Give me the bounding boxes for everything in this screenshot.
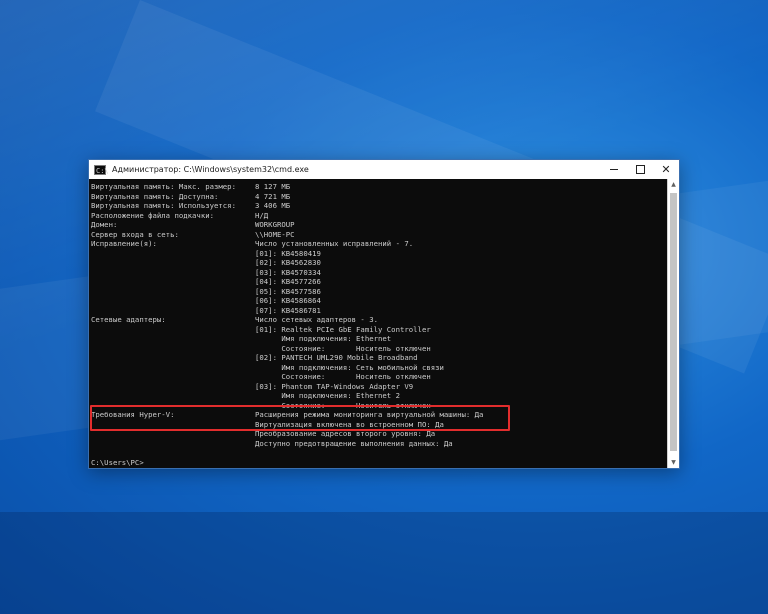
console-line: [03]: Phantom TAP-Windows Adapter V9 <box>91 382 666 392</box>
console-line-value: [03]: Phantom TAP-Windows Adapter V9 <box>255 381 414 391</box>
console-line-value: Имя подключения: Ethernet 2 <box>255 391 400 400</box>
window-titlebar[interactable]: C:\ Администратор: C:\Windows\system32\c… <box>89 160 679 179</box>
console-line-value: Имя подключения: Ethernet <box>255 334 392 343</box>
console-line: [02]: PANTECH UML290 Mobile Broadband <box>91 353 666 363</box>
console-line-value: Доступно предотвращение выполнения данны… <box>255 438 453 448</box>
console-line-label: Домен: <box>91 220 118 229</box>
minimize-button[interactable] <box>601 160 627 179</box>
console-line-value: \\HOME-PC <box>255 229 295 239</box>
scroll-up-icon[interactable]: ▲ <box>668 179 679 190</box>
console-line: C:\Users\PC> <box>91 458 666 468</box>
window-title: Администратор: C:\Windows\system32\cmd.e… <box>112 165 309 174</box>
console-line-value: Состояние: Носитель отключен <box>255 372 431 381</box>
console-line-label: Расположение файла подкачки: <box>91 210 215 220</box>
close-button[interactable]: ✕ <box>653 160 679 179</box>
hyper-v-highlight-box <box>90 405 510 431</box>
console-line-value: 4 721 МБ <box>255 191 291 201</box>
console-line-value: Имя подключения: Сеть мобильной связи <box>255 362 444 372</box>
console-line-value: [03]: KB4570334 <box>255 267 321 277</box>
console-line-value: 8 127 МБ <box>255 182 291 191</box>
console-line: Виртуальная память: Макс. размер: 8 127 М… <box>91 182 666 192</box>
console-line: Сервер входа в сеть: \\HOME-PC <box>91 230 666 240</box>
console-line: [01]: Realtek PCIe GbE Family Controller <box>91 325 666 335</box>
console-line: Сетевые адаптеры: Число сетевых адаптеров… <box>91 315 666 325</box>
console-line-label: Сетевые адаптеры: <box>91 315 166 324</box>
console-line: [02]: KB4562830 <box>91 258 666 268</box>
vertical-scrollbar[interactable]: ▲ ▼ <box>667 179 679 468</box>
minimize-icon <box>610 169 618 170</box>
console-line-value: [06]: KB4586864 <box>255 296 321 305</box>
desktop-lower-band <box>0 512 768 614</box>
scrollbar-thumb[interactable] <box>670 193 677 451</box>
console-line: Домен: WORKGROUP <box>91 220 666 230</box>
console-line-value: Число сетевых адаптеров - 3. <box>255 315 379 324</box>
console-line-label: Исправление(я): <box>91 239 157 248</box>
console-line-value: WORKGROUP <box>255 220 295 229</box>
console-line: [07]: KB4586781 <box>91 306 666 316</box>
console-line-value: Число установленных исправлений - 7. <box>255 239 414 248</box>
window-controls: ✕ <box>601 160 679 179</box>
console-line-label: Сервер входа в сеть: <box>91 229 179 239</box>
console-line-value: Н/Д <box>255 210 269 220</box>
scroll-down-icon[interactable]: ▼ <box>668 457 679 468</box>
console-line: [03]: KB4570334 <box>91 268 666 278</box>
console-line: Состояние: Носитель отключен <box>91 344 666 354</box>
console-line-label: Виртуальная память: Макс. размер: <box>91 182 236 191</box>
console-line-value: [04]: KB4577266 <box>255 277 321 286</box>
console-line: Виртуальная память: Используется: 3 406 М… <box>91 201 666 211</box>
console-line: Имя подключения: Ethernet <box>91 334 666 344</box>
console-line: Доступно предотвращение выполнения данны… <box>91 439 666 449</box>
console-line-value: Состояние: Носитель отключен <box>255 343 431 353</box>
console-line: Имя подключения: Сеть мобильной связи <box>91 363 666 373</box>
console-line-value: [01]: Realtek PCIe GbE Family Controller <box>255 324 431 334</box>
console-line: Виртуальная память: Доступна: 4 721 МБ <box>91 192 666 202</box>
cmd-app-icon: C:\ <box>94 164 109 175</box>
console-line: Расположение файла подкачки: Н/Д <box>91 211 666 221</box>
console-line: [01]: KB4580419 <box>91 249 666 259</box>
console-line: Состояние: Носитель отключен <box>91 372 666 382</box>
console-line: [04]: KB4577266 <box>91 277 666 287</box>
console-line-value: [01]: KB4580419 <box>255 248 321 258</box>
console-line-value: [07]: KB4586781 <box>255 305 321 315</box>
maximize-button[interactable] <box>627 160 653 179</box>
maximize-icon <box>635 165 645 174</box>
console-line: Имя подключения: Ethernet 2 <box>91 391 666 401</box>
console-line-value: [02]: PANTECH UML290 Mobile Broadband <box>255 353 418 362</box>
console-line: [06]: KB4586864 <box>91 296 666 306</box>
console-line-value: [05]: KB4577586 <box>255 286 321 296</box>
console-line-value: [02]: KB4562830 <box>255 258 321 267</box>
console-line-value: 3 406 МБ <box>255 201 291 210</box>
console-line-label: Виртуальная память: Используется: <box>91 201 236 210</box>
console-line-label: Виртуальная память: Доступна: <box>91 191 219 201</box>
console-line: [05]: KB4577586 <box>91 287 666 297</box>
console-line: Исправление(я): Число установленных испра… <box>91 239 666 249</box>
console-line-label: C:\Users\PC> <box>91 457 144 467</box>
